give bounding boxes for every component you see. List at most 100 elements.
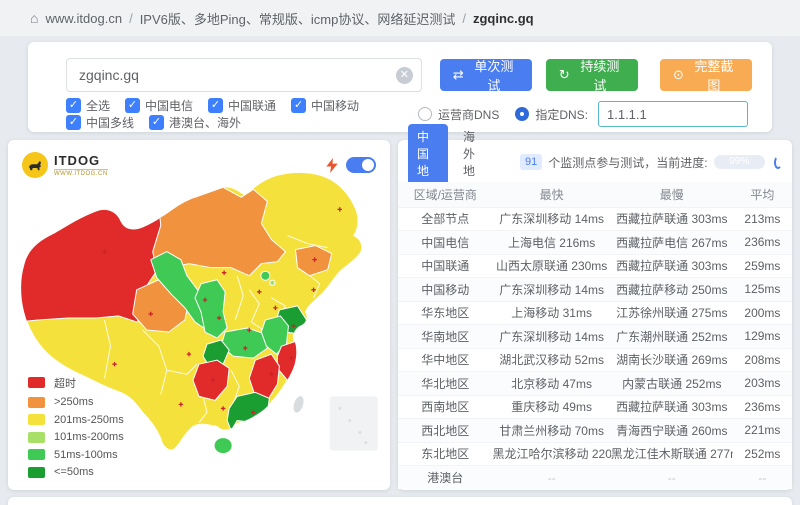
column-header: 平均 [733, 182, 792, 207]
table-cell: 中国电信 [398, 231, 493, 255]
clear-input-icon[interactable]: ✕ [396, 67, 413, 84]
legend-label: 201ms-250ms [54, 414, 124, 426]
refresh-icon: ⇄ [453, 67, 464, 83]
table-cell: 广东潮州联通 252ms [611, 325, 733, 349]
table-cell: 湖南长沙联通 269ms [611, 348, 733, 372]
table-cell: 西藏拉萨电信 267ms [611, 231, 733, 255]
isp-filter-group: ✓全选✓中国电信✓中国联通✓中国移动✓中国多线✓港澳台、海外 [66, 97, 418, 131]
column-header: 最快 [493, 182, 611, 207]
map-mode-toggle[interactable] [346, 157, 376, 173]
full-screenshot-button[interactable]: ⊙ 完整截图 [660, 59, 752, 91]
single-test-button[interactable]: ⇄ 单次测试 [440, 59, 532, 91]
progress-value: 99% [714, 155, 765, 169]
table-row: 华东地区上海移动 31ms江苏徐州联通 275ms200ms [398, 301, 792, 325]
legend-label: >250ms [54, 396, 93, 408]
checkbox-checked-icon[interactable]: ✓ [149, 115, 164, 130]
table-row: 华北地区北京移动 47ms内蒙古联通 252ms203ms [398, 372, 792, 396]
control-panel: ✕ ⇄ 单次测试 ↻ 持续测试 ⊙ 完整截图 ✓全选✓中国电信✓中国联通✓中国移… [28, 42, 772, 132]
table-row: 东北地区黑龙江哈尔滨移动 220ms黑龙江佳木斯联通 277ms252ms [398, 442, 792, 466]
table-cell: 山西太原联通 230ms [493, 254, 611, 278]
table-cell: 西藏拉萨联通 303ms [611, 395, 733, 419]
table-cell: 259ms [733, 254, 792, 278]
table-cell: -- [493, 466, 611, 490]
isp-dns-radio[interactable] [418, 107, 432, 121]
filter-checkbox-中国移动[interactable]: ✓中国移动 [291, 97, 359, 114]
map-panel: ITDOG WWW.ITDOG.CN [8, 140, 390, 490]
lightning-icon[interactable] [326, 158, 338, 173]
table-header-row: 区域/运营商最快最慢平均 [398, 182, 792, 207]
table-cell: -- [611, 466, 733, 490]
table-cell: 黑龙江佳木斯联通 277ms [611, 442, 733, 466]
progress-label: 个监测点参与测试，当前进度: [548, 154, 707, 171]
latency-table: 区域/运营商最快最慢平均 全部节点广东深圳移动 14ms西藏拉萨联通 303ms… [398, 182, 792, 489]
legend-label: 51ms-100ms [54, 449, 118, 461]
filter-checkbox-中国联通[interactable]: ✓ 中国联通 [208, 97, 276, 114]
legend-swatch [28, 432, 45, 443]
checkbox-checked-icon[interactable]: ✓ [208, 98, 223, 113]
legend-swatch [28, 449, 45, 460]
table-cell: 208ms [733, 348, 792, 372]
table-cell: 上海电信 216ms [493, 231, 611, 255]
table-cell: 黑龙江哈尔滨移动 220ms [493, 442, 611, 466]
table-cell: 252ms [733, 442, 792, 466]
filter-checkbox-中国电信[interactable]: ✓中国电信 [125, 97, 193, 114]
checkbox-checked-icon[interactable]: ✓ [125, 98, 140, 113]
legend-swatch [28, 397, 45, 408]
breadcrumb-site[interactable]: www.itdog.cn [45, 11, 122, 26]
loop-icon: ↻ [559, 67, 570, 83]
table-row: 中国电信上海电信 216ms西藏拉萨电信 267ms236ms [398, 231, 792, 255]
table-row: 中国联通山西太原联通 230ms西藏拉萨联通 303ms259ms [398, 254, 792, 278]
table-cell: 江苏徐州联通 275ms [611, 301, 733, 325]
custom-dns-radio[interactable] [515, 107, 529, 121]
table-cell: 重庆移动 49ms [493, 395, 611, 419]
legend-label: 101ms-200ms [54, 431, 124, 443]
filter-label: 港澳台、海外 [169, 114, 241, 131]
checkbox-checked-icon[interactable]: ✓ [66, 115, 81, 130]
latency-legend: 超时 >250ms 201ms-250ms 101ms-200ms 51ms-100ms… [28, 375, 124, 479]
legend-label: <=50ms [54, 466, 94, 478]
host-input[interactable] [67, 59, 421, 91]
filter-checkbox-港澳台、海外[interactable]: ✓ 港澳台、海外 [149, 114, 241, 131]
table-cell: 上海移动 31ms [493, 301, 611, 325]
custom-dns-label: 指定DNS: [535, 106, 588, 123]
filter-checkbox-全选[interactable]: ✓ 全选 [66, 97, 110, 114]
legend-item: 51ms-100ms [28, 449, 124, 461]
next-section-card [8, 497, 792, 505]
breadcrumb-separator: / [129, 11, 133, 26]
table-row: 西南地区重庆移动 49ms西藏拉萨联通 303ms236ms [398, 395, 792, 419]
legend-swatch [28, 377, 45, 388]
table-cell: 236ms [733, 395, 792, 419]
table-cell: 200ms [733, 301, 792, 325]
host-input-wrap: ✕ [66, 58, 422, 92]
column-header: 最慢 [611, 182, 733, 207]
table-cell: 广东深圳移动 14ms [493, 207, 611, 231]
filter-label: 全选 [86, 97, 110, 114]
loading-spinner [774, 156, 782, 169]
filter-checkbox-中国多线[interactable]: ✓中国多线 [66, 114, 134, 131]
table-cell: 西南地区 [398, 395, 493, 419]
table-cell: 华北地区 [398, 372, 493, 396]
isp-dns-label: 运营商DNS [438, 106, 499, 123]
legend-item: <=50ms [28, 466, 124, 478]
table-cell: 湖北武汉移动 52ms [493, 348, 611, 372]
table-cell: 203ms [733, 372, 792, 396]
table-cell: 广东深圳移动 14ms [493, 278, 611, 302]
results-panel: 中国地区 海外地区 91 个监测点参与测试，当前进度: 99% 区域/运营商最快… [398, 140, 792, 490]
table-cell: 华中地区 [398, 348, 493, 372]
legend-swatch [28, 467, 45, 478]
legend-item: 超时 [28, 375, 124, 391]
progress-bar: 99% [714, 155, 765, 169]
logo-title: ITDOG [54, 154, 108, 167]
sea-inset [330, 396, 378, 450]
table-cell: 广东深圳移动 14ms [493, 325, 611, 349]
table-cell: 全部节点 [398, 207, 493, 231]
dns-input[interactable] [598, 101, 748, 127]
filter-label: 中国联通 [228, 97, 276, 114]
continuous-test-button[interactable]: ↻ 持续测试 [546, 59, 638, 91]
checkbox-checked-icon[interactable]: ✓ [291, 98, 306, 113]
table-cell: 129ms [733, 325, 792, 349]
checkbox-checked-icon[interactable]: ✓ [66, 98, 81, 113]
home-icon[interactable]: ⌂ [30, 10, 38, 26]
legend-item: >250ms [28, 396, 124, 408]
breadcrumb-section[interactable]: IPV6版、多地Ping、常规版、icmp协议、网络延迟测试 [140, 9, 456, 28]
